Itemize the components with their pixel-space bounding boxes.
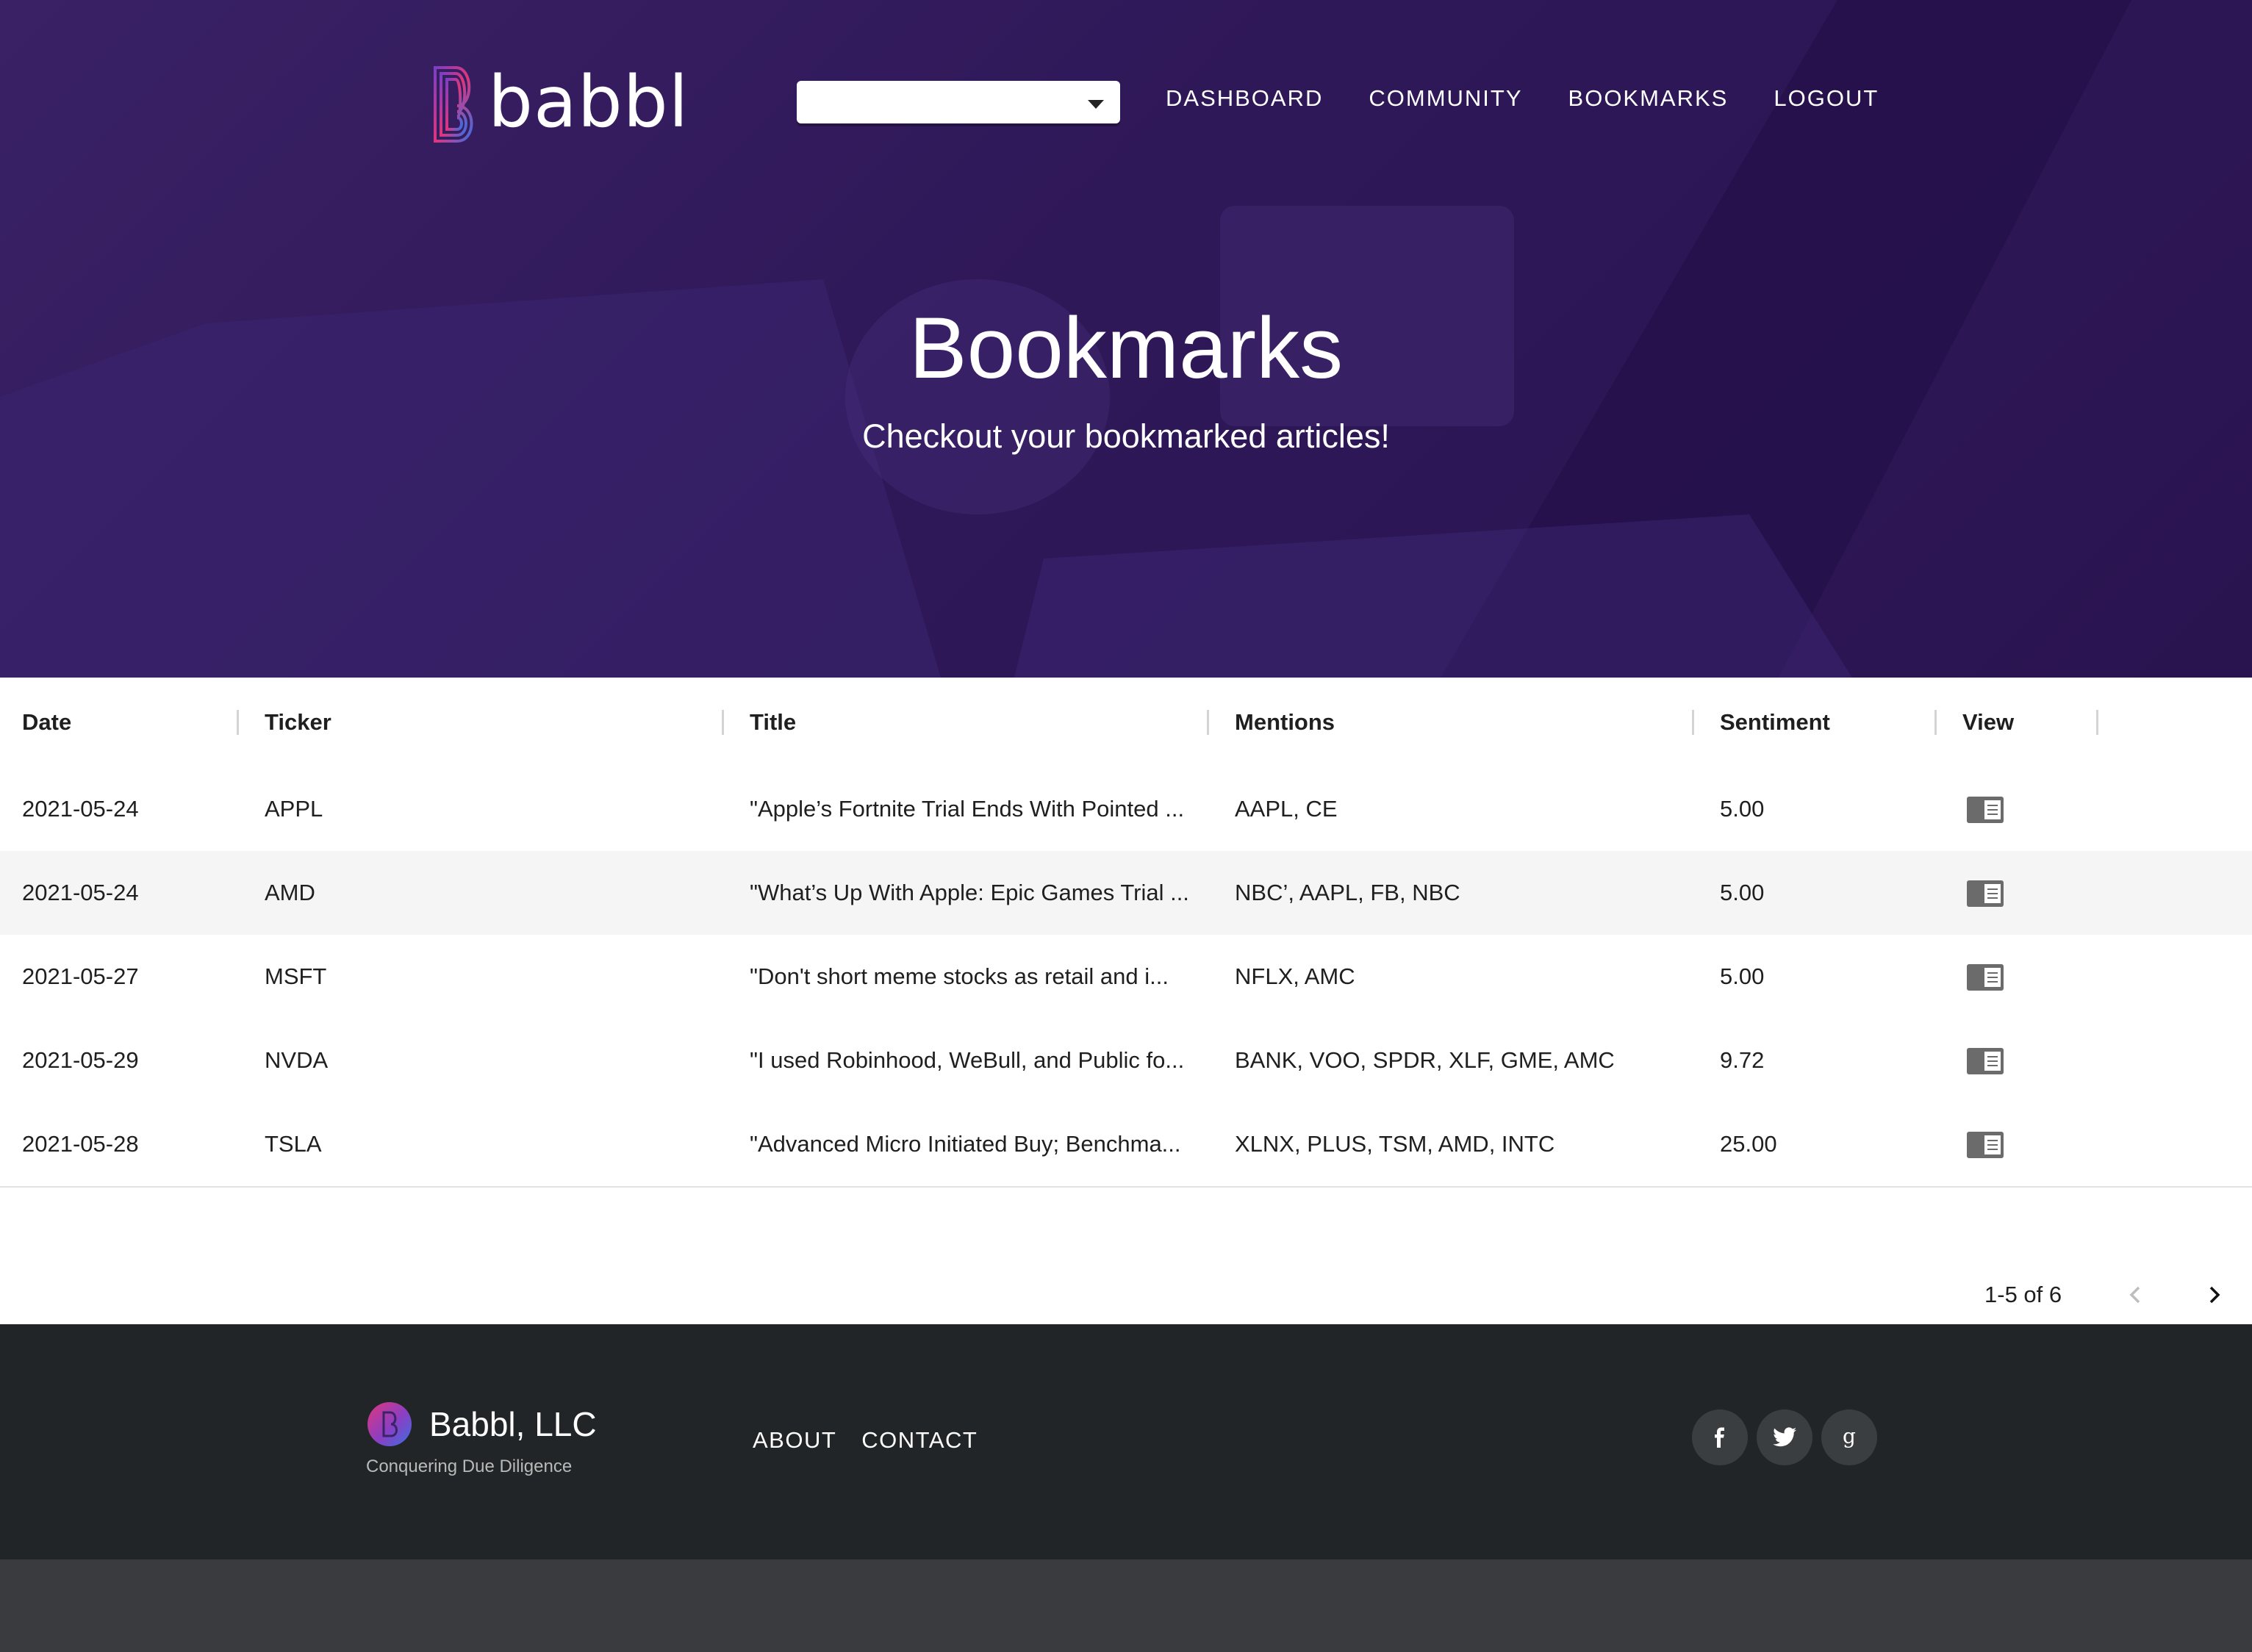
cell-ticker: APPL — [265, 796, 323, 822]
babbl-footer-logo-icon — [367, 1402, 412, 1446]
column-separator[interactable] — [1934, 710, 1937, 735]
bookmarks-table: Date Ticker Title Mentions Sentiment Vie… — [0, 678, 2252, 1324]
table-row[interactable]: 2021-05-28 TSLA "Advanced Micro Initiate… — [0, 1102, 2252, 1188]
cell-title: "Don't short meme stocks as retail and i… — [750, 963, 1169, 989]
cell-mentions: NBC’, AAPL, FB, NBC — [1235, 880, 1460, 905]
column-separator[interactable] — [2096, 710, 2098, 735]
column-header-view[interactable]: View — [1962, 678, 2014, 767]
column-separator[interactable] — [237, 710, 239, 735]
cell-ticker: NVDA — [265, 1047, 329, 1073]
column-header-ticker[interactable]: Ticker — [265, 678, 331, 767]
nav-community[interactable]: COMMUNITY — [1369, 82, 1522, 115]
column-header-mentions[interactable]: Mentions — [1235, 678, 1335, 767]
table-row[interactable]: 2021-05-27 MSFT "Don't short meme stocks… — [0, 935, 2252, 1020]
column-header-title[interactable]: Title — [750, 678, 796, 767]
cell-ticker: AMD — [265, 880, 315, 905]
chevron-right-icon[interactable] — [2198, 1279, 2230, 1311]
cell-ticker: MSFT — [265, 963, 327, 989]
facebook-icon[interactable] — [1692, 1409, 1748, 1465]
cell-sentiment: 5.00 — [1720, 880, 1765, 905]
column-separator[interactable] — [1692, 710, 1694, 735]
cell-sentiment: 9.72 — [1720, 1047, 1765, 1073]
cell-date: 2021-05-28 — [22, 1131, 139, 1157]
cell-mentions: BANK, VOO, SPDR, XLF, GME, AMC — [1235, 1047, 1615, 1073]
main-nav: DASHBOARD COMMUNITY BOOKMARKS LOGOUT — [1166, 82, 1879, 115]
app-name[interactable]: babbl — [488, 62, 689, 143]
chevron-down-icon — [1088, 100, 1104, 109]
cell-date: 2021-05-24 — [22, 796, 139, 822]
article-icon[interactable] — [1967, 1048, 2004, 1074]
svg-text:g: g — [1843, 1425, 1856, 1448]
cell-sentiment: 25.00 — [1720, 1131, 1777, 1157]
cell-title: "I used Robinhood, WeBull, and Public fo… — [750, 1047, 1185, 1073]
column-separator[interactable] — [1207, 710, 1209, 735]
cell-title: "Apple’s Fortnite Trial Ends With Pointe… — [750, 796, 1185, 822]
cell-ticker: TSLA — [265, 1131, 322, 1157]
footer-links: ABOUT CONTACT — [753, 1426, 978, 1455]
table-row[interactable]: 2021-05-24 APPL "Apple’s Fortnite Trial … — [0, 767, 2252, 852]
google-icon[interactable]: g — [1821, 1409, 1877, 1465]
cell-title: "What’s Up With Apple: Epic Games Trial … — [750, 880, 1189, 905]
column-header-sentiment[interactable]: Sentiment — [1720, 678, 1830, 767]
column-header-date[interactable]: Date — [22, 678, 71, 767]
nav-bookmarks[interactable]: BOOKMARKS — [1568, 82, 1729, 115]
nav-dashboard[interactable]: DASHBOARD — [1166, 82, 1323, 115]
cell-mentions: AAPL, CE — [1235, 796, 1338, 822]
cell-mentions: NFLX, AMC — [1235, 963, 1355, 989]
pagination: 1-5 of 6 — [0, 1265, 2252, 1324]
cell-sentiment: 5.00 — [1720, 796, 1765, 822]
article-icon[interactable] — [1967, 1132, 2004, 1158]
cell-date: 2021-05-27 — [22, 963, 139, 989]
cell-date: 2021-05-24 — [22, 880, 139, 905]
article-icon[interactable] — [1967, 797, 2004, 823]
page-subtitle: Checkout your bookmarked articles! — [862, 417, 1390, 455]
hero-banner: babbl DASHBOARD COMMUNITY BOOKMARKS LOGO… — [0, 0, 2252, 678]
table-header: Date Ticker Title Mentions Sentiment Vie… — [0, 678, 2252, 769]
column-separator[interactable] — [722, 710, 724, 735]
nav-logout[interactable]: LOGOUT — [1774, 82, 1879, 115]
cell-date: 2021-05-29 — [22, 1047, 139, 1073]
company-tagline: Conquering Due Diligence — [366, 1457, 573, 1476]
table-row[interactable]: 2021-05-29 NVDA "I used Robinhood, WeBul… — [0, 1019, 2252, 1104]
page-range-label: 1-5 of 6 — [1984, 1282, 2062, 1307]
company-name: Babbl, LLC — [429, 1405, 597, 1443]
article-icon[interactable] — [1967, 880, 2004, 907]
twitter-icon[interactable] — [1757, 1409, 1812, 1465]
footer-about-link[interactable]: ABOUT — [753, 1426, 836, 1455]
footer-contact-link[interactable]: CONTACT — [861, 1426, 978, 1455]
ticker-select[interactable] — [797, 81, 1120, 123]
table-row[interactable]: 2021-05-24 AMD "What’s Up With Apple: Ep… — [0, 851, 2252, 936]
cell-mentions: XLNX, PLUS, TSM, AMD, INTC — [1235, 1131, 1555, 1157]
article-icon[interactable] — [1967, 964, 2004, 991]
cell-title: "Advanced Micro Initiated Buy; Benchma..… — [750, 1131, 1181, 1157]
cell-sentiment: 5.00 — [1720, 963, 1765, 989]
chevron-left-icon[interactable] — [2120, 1279, 2152, 1311]
footer: Babbl, LLC Conquering Due Diligence ABOU… — [0, 1324, 2252, 1559]
page-title: Bookmarks — [908, 300, 1344, 397]
